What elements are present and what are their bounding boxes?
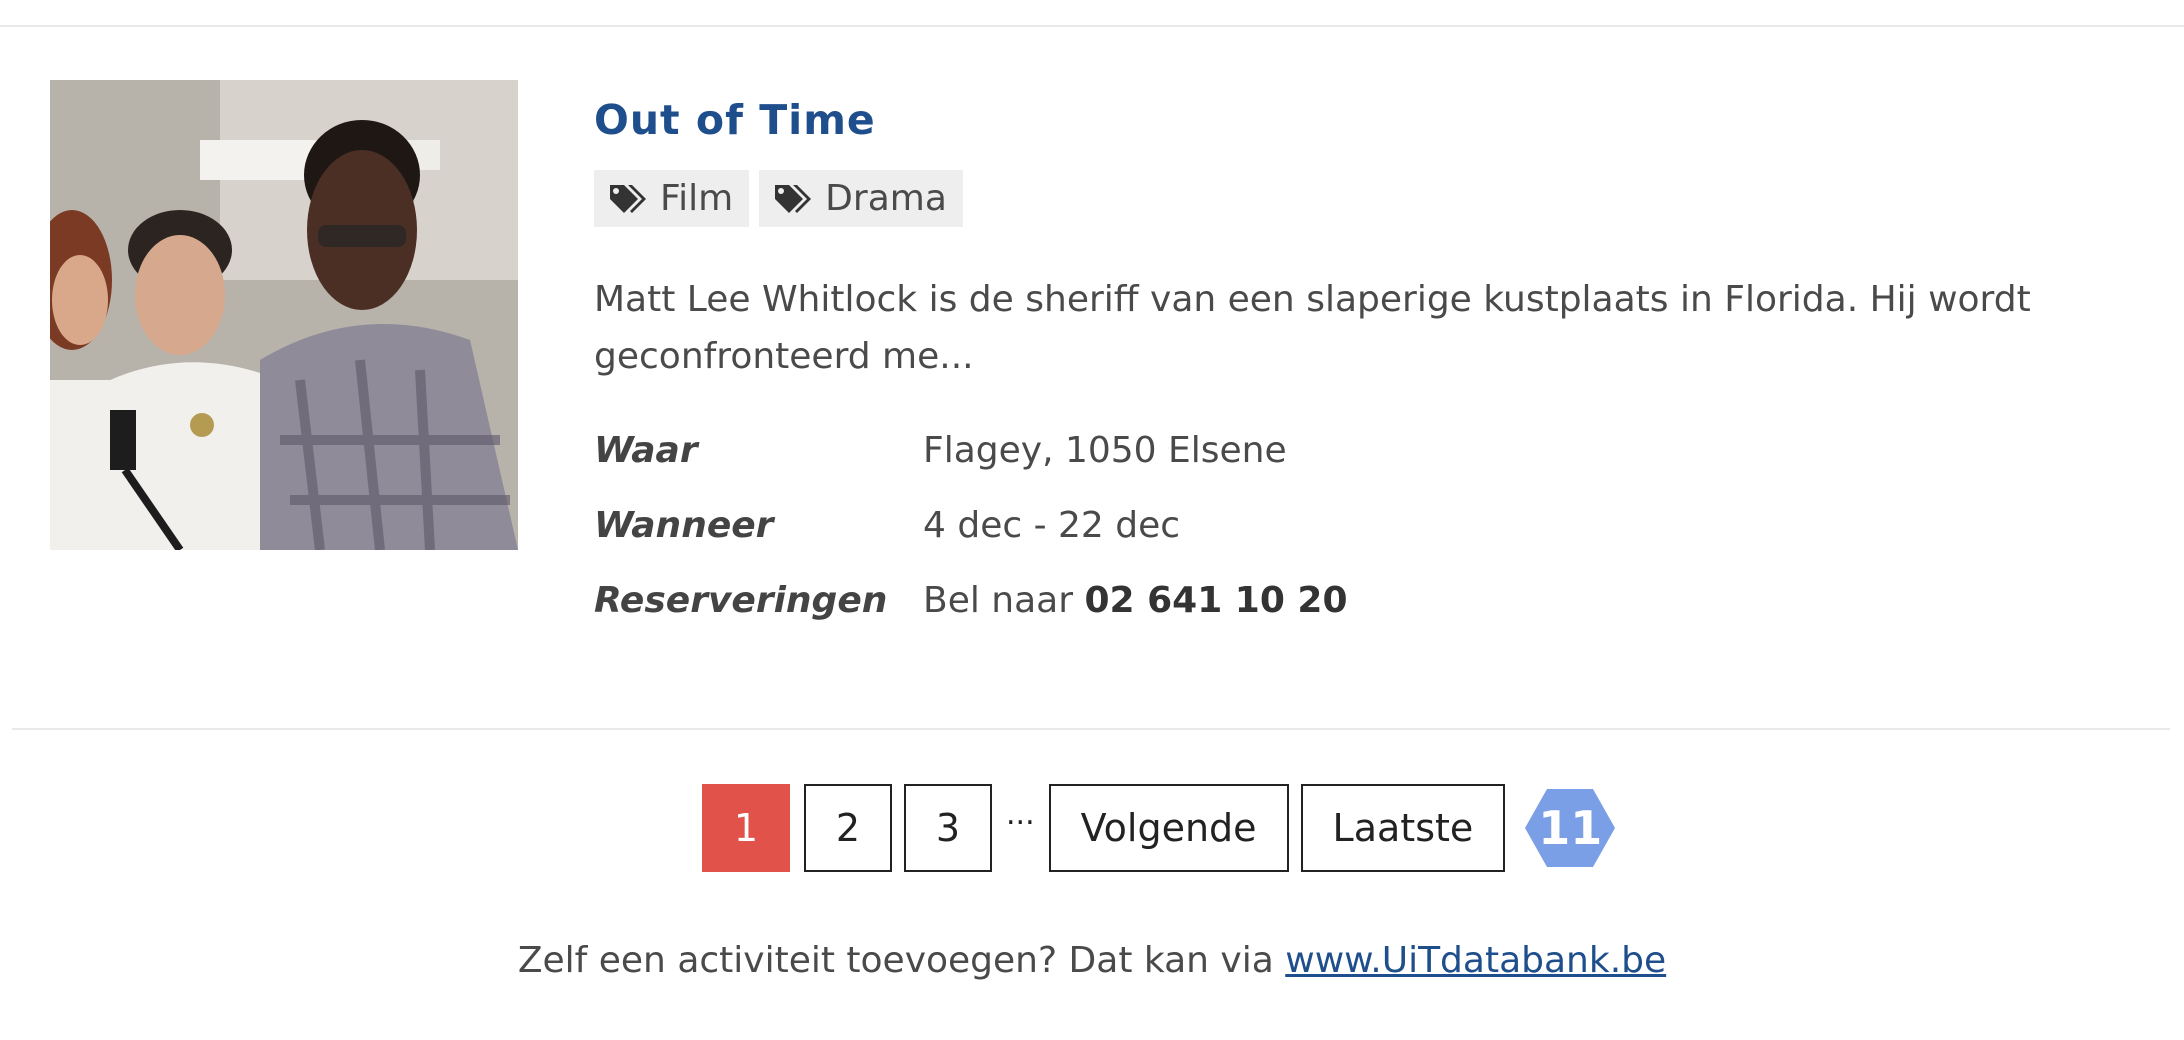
tags-icon (773, 183, 815, 215)
poster-illustration (50, 80, 518, 550)
pagination: 1 2 3 ... Volgende Laatste 11 (702, 784, 1616, 872)
when-label: Wanneer (594, 504, 774, 546)
page-2-button[interactable]: 2 (804, 784, 892, 872)
footer-text: Zelf een activiteit toevoegen? Dat kan v… (517, 940, 1274, 981)
next-page-button[interactable]: Volgende (1048, 784, 1289, 872)
tag-label: Drama (825, 178, 947, 219)
reservations-value: Bel naar 02 641 10 20 (923, 580, 1348, 621)
uitdatabank-link[interactable]: www.UiTdatabank.be (1285, 940, 1666, 981)
top-divider (0, 25, 2184, 27)
total-pages-value: 11 (1538, 801, 1603, 855)
event-description: Matt Lee Whitlock is de sheriff van een … (594, 279, 2031, 377)
tag-list: Film Drama (594, 170, 963, 227)
tag-film[interactable]: Film (594, 170, 750, 227)
reservations-label: Reserveringen (594, 579, 888, 621)
where-label: Waar (594, 429, 698, 471)
page-3-button[interactable]: 3 (904, 784, 992, 872)
detail-row-where: Waar Flagey, 1050 Elsene (594, 425, 1287, 475)
event-title[interactable]: Out of Time (594, 96, 876, 144)
total-pages-badge: 11 (1525, 789, 1616, 867)
reservations-prefix: Bel naar (923, 579, 1074, 621)
event-image[interactable] (50, 80, 518, 550)
pagination-ellipsis: ... (1006, 796, 1035, 832)
tag-drama[interactable]: Drama (759, 170, 963, 227)
last-page-button[interactable]: Laatste (1300, 784, 1506, 872)
detail-row-when: Wanneer 4 dec - 22 dec (594, 500, 1180, 550)
tags-icon (608, 183, 650, 215)
section-divider (12, 728, 2170, 730)
footer-note: Zelf een activiteit toevoegen? Dat kan v… (0, 940, 2184, 981)
where-value: Flagey, 1050 Elsene (923, 429, 1287, 471)
reservations-phone[interactable]: 02 641 10 20 (1084, 580, 1347, 621)
page-1-button[interactable]: 1 (702, 784, 790, 872)
when-value: 4 dec - 22 dec (923, 504, 1181, 546)
tag-label: Film (660, 178, 734, 219)
detail-row-reservations: Reserveringen Bel naar 02 641 10 20 (594, 575, 1348, 625)
